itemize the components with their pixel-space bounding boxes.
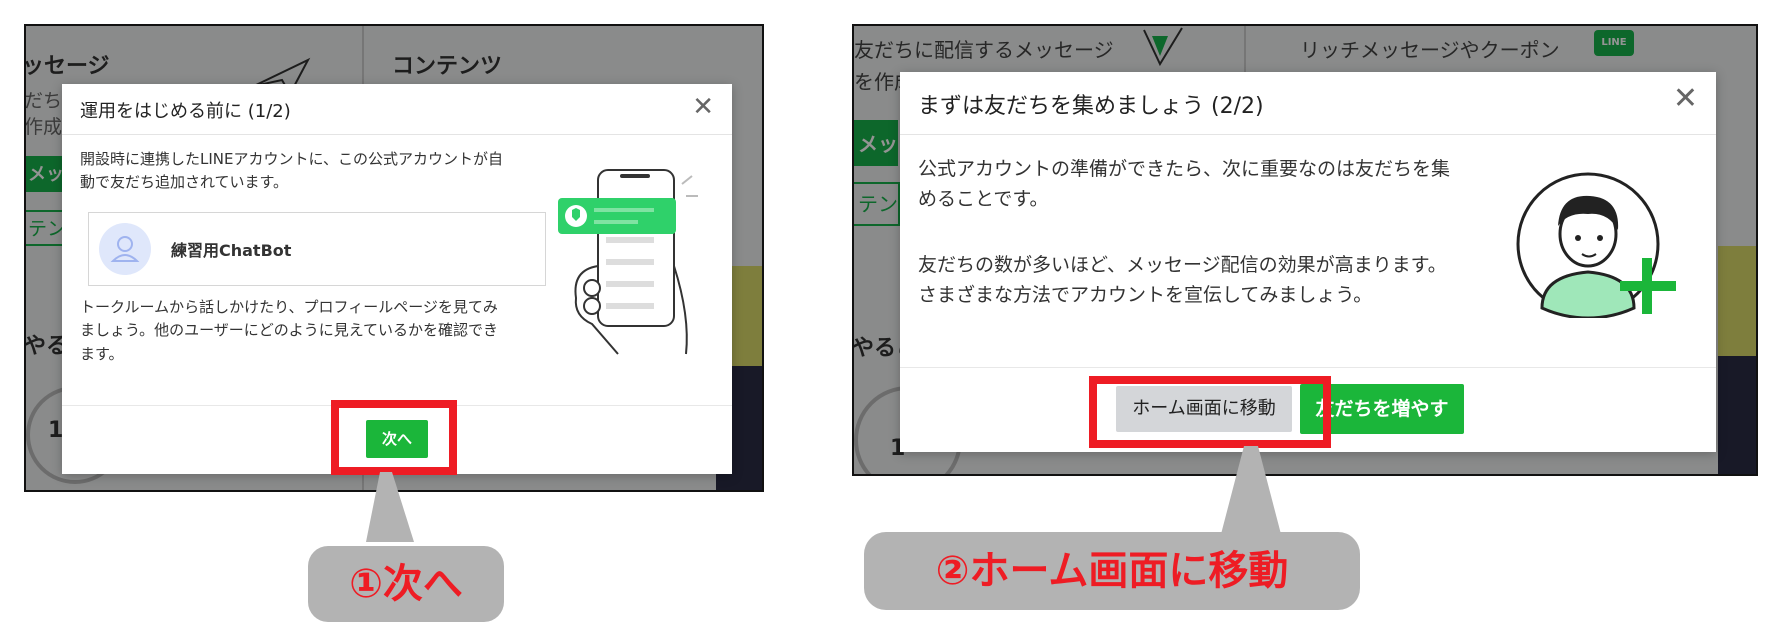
close-icon[interactable]: ✕ xyxy=(692,94,714,120)
person-plus-illustration xyxy=(1516,172,1676,318)
text-line: 動で友だち追加されています。 xyxy=(80,173,289,192)
phone-hand-illustration xyxy=(558,169,698,355)
dialog-title: まずは友だちを集めましょう (2/2) xyxy=(918,94,1264,119)
text-line: 公式アカウントの準備ができたら、次に重要なのは友だちを集 xyxy=(918,158,1451,180)
text-line: めることです。 xyxy=(918,188,1049,211)
text-line: 開設時に連携したLINEアカウントに、この公式アカウントが自 xyxy=(80,150,504,168)
dialog-header: 運用をはじめる前に (1/2) ✕ xyxy=(62,84,732,135)
account-card: 練習用ChatBot xyxy=(88,212,546,286)
account-name: 練習用ChatBot xyxy=(171,241,292,260)
text-line: ます。 xyxy=(80,344,124,363)
text-line: 友だちの数が多いほど、メッセージ配信の効果が高まります。 xyxy=(918,254,1447,276)
text-line: さまざまな方法でアカウントを宣伝してみましょう。 xyxy=(918,284,1373,307)
close-icon[interactable]: ✕ xyxy=(1673,84,1698,114)
callout-step1: ①次へ xyxy=(308,546,504,622)
highlight-home-button xyxy=(1089,376,1331,448)
dialog-paragraph: 開設時に連携したLINEアカウントに、この公式アカウントが自 動で友だち追加され… xyxy=(80,148,503,195)
text-line: ましょう。他のユーザーにどのように見えているかを確認でき xyxy=(80,321,499,340)
text-line: トークルームから話しかけたり、プロフィールページを見てみ xyxy=(80,298,498,316)
user-avatar-icon xyxy=(99,223,151,275)
dialog-title: 運用をはじめる前に (1/2) xyxy=(80,101,291,122)
dialog-paragraph: 公式アカウントの準備ができたら、次に重要なのは友だちを集 めることです。 xyxy=(918,154,1450,215)
highlight-next-button xyxy=(331,400,457,475)
callout-step2: ②ホーム画面に移動 xyxy=(864,532,1360,610)
callout-pointer xyxy=(366,472,414,542)
dialog-paragraph: トークルームから話しかけたり、プロフィールページを見てみ ましょう。他のユーザー… xyxy=(80,296,498,366)
callout-pointer xyxy=(1220,446,1282,538)
dialog-header: まずは友だちを集めましょう (2/2) ✕ xyxy=(900,72,1716,135)
dialog-paragraph: 友だちの数が多いほど、メッセージ配信の効果が高まります。 さまざまな方法でアカウ… xyxy=(918,250,1447,311)
